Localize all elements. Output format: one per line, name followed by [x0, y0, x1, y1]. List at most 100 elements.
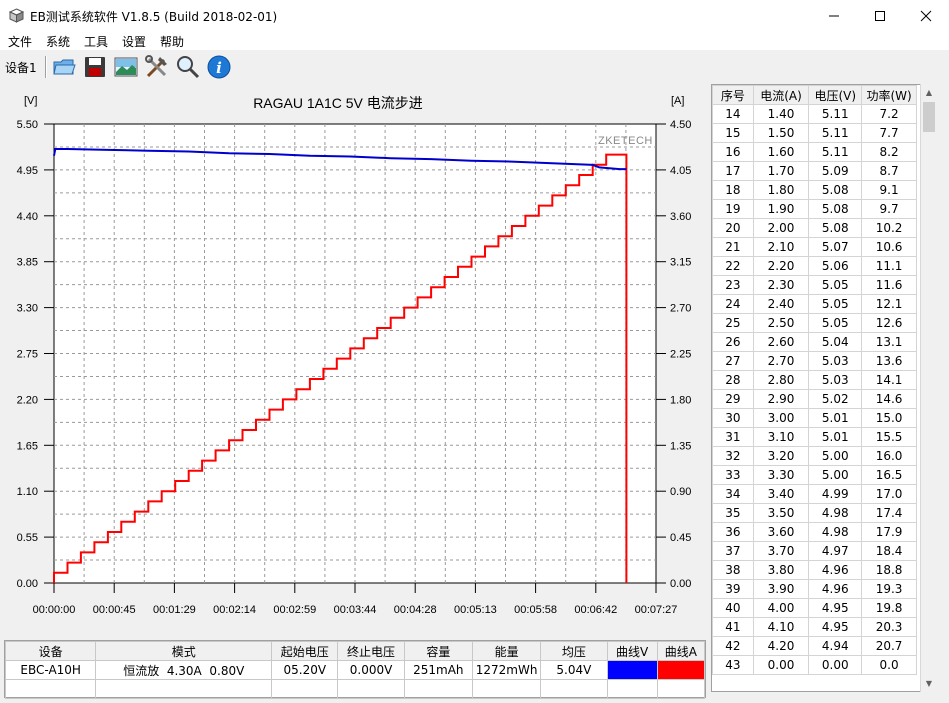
close-button[interactable]	[903, 0, 949, 31]
step-cell-power: 12.1	[861, 294, 917, 314]
step-row[interactable]: 18 1.80 5.08 9.1	[712, 180, 917, 200]
menu-system[interactable]: 系统	[46, 33, 70, 50]
step-cell-power: 7.2	[861, 104, 917, 124]
curve-v-color-swatch[interactable]	[606, 660, 658, 680]
svg-text:i: i	[216, 59, 222, 77]
chart-image-icon[interactable]	[113, 54, 139, 80]
step-cell-voltage: 5.01	[808, 408, 863, 428]
step-row[interactable]: 39 3.90 4.96 19.3	[712, 579, 917, 599]
step-row[interactable]: 27 2.70 5.03 13.6	[712, 351, 917, 371]
step-row[interactable]: 41 4.10 4.95 20.3	[712, 617, 917, 637]
window-title: EB测试系统软件 V1.8.5 (Build 2018-02-01)	[30, 10, 278, 24]
empty-cell	[271, 679, 339, 699]
header-end-voltage[interactable]: 终止电压	[337, 641, 405, 661]
step-row[interactable]: 17 1.70 5.09 8.7	[712, 161, 917, 181]
step-cell-index: 31	[712, 427, 754, 447]
step-row[interactable]: 34 3.40 4.99 17.0	[712, 484, 917, 504]
step-row[interactable]: 16 1.60 5.11 8.2	[712, 142, 917, 162]
minimize-button[interactable]	[811, 0, 857, 31]
step-cell-voltage: 0.00	[808, 655, 863, 675]
save-icon[interactable]	[82, 54, 108, 80]
step-row[interactable]: 40 4.00 4.95 19.8	[712, 598, 917, 618]
step-cell-current: 3.20	[752, 446, 810, 466]
step-cell-current: 4.00	[752, 598, 810, 618]
scroll-thumb[interactable]	[923, 102, 935, 132]
step-row[interactable]: 14 1.40 5.11 7.2	[712, 104, 917, 124]
step-row[interactable]: 29 2.90 5.02 14.6	[712, 389, 917, 409]
header-index[interactable]: 序号	[712, 85, 754, 105]
step-row[interactable]: 30 3.00 5.01 15.0	[712, 408, 917, 428]
right-tick-label: 1.35	[670, 440, 691, 452]
device-tab[interactable]: 设备1	[5, 59, 37, 76]
scroll-up-arrow-icon[interactable]: ▲	[921, 84, 937, 101]
step-cell-voltage: 4.94	[808, 636, 863, 656]
step-row[interactable]: 33 3.30 5.00 16.5	[712, 465, 917, 485]
header-curve-a[interactable]: 曲线A	[656, 641, 706, 661]
info-icon[interactable]: i	[206, 54, 232, 80]
step-row[interactable]: 15 1.50 5.11 7.7	[712, 123, 917, 143]
step-cell-index: 33	[712, 465, 754, 485]
chart-panel: RAGAU 1A1C 5V 电流步进 [V] [A] 5.50 4.95 4.40 3…	[0, 84, 708, 636]
step-cell-current: 1.90	[752, 199, 810, 219]
menu-file[interactable]: 文件	[8, 33, 32, 50]
step-cell-current: 3.60	[752, 522, 810, 542]
step-cell-current: 3.00	[752, 408, 810, 428]
step-cell-index: 26	[712, 332, 754, 352]
step-row[interactable]: 42 4.20 4.94 20.7	[712, 636, 917, 656]
x-tick-label: 00:05:13	[454, 604, 497, 616]
step-row[interactable]: 38 3.80 4.96 18.8	[712, 560, 917, 580]
step-row[interactable]: 19 1.90 5.08 9.7	[712, 199, 917, 219]
step-cell-index: 43	[712, 655, 754, 675]
step-row[interactable]: 37 3.70 4.97 18.4	[712, 541, 917, 561]
step-row[interactable]: 28 2.80 5.03 14.1	[712, 370, 917, 390]
step-row[interactable]: 35 3.50 4.98 17.4	[712, 503, 917, 523]
header-power[interactable]: 功率(W)	[861, 85, 917, 105]
step-row[interactable]: 22 2.20 5.06 11.1	[712, 256, 917, 276]
header-avg-voltage[interactable]: 均压	[540, 641, 608, 661]
header-device[interactable]: 设备	[4, 641, 97, 661]
header-energy[interactable]: 能量	[471, 641, 542, 661]
step-cell-voltage: 5.00	[808, 465, 863, 485]
step-row[interactable]: 23 2.30 5.05 11.6	[712, 275, 917, 295]
step-row[interactable]: 25 2.50 5.05 12.6	[712, 313, 917, 333]
step-table: 序号 电流(A) 电压(V) 功率(W) 14 1.40 5.11 7.2 15 1.50…	[711, 84, 936, 692]
step-row[interactable]: 31 3.10 5.01 15.5	[712, 427, 917, 447]
step-row[interactable]: 43 0.00 0.00 0.0	[712, 655, 917, 675]
step-row[interactable]: 36 3.60 4.98 17.9	[712, 522, 917, 542]
left-tick-label: 5.50	[17, 119, 38, 131]
curve-a-color-swatch[interactable]	[656, 660, 706, 680]
step-row[interactable]: 32 3.20 5.00 16.0	[712, 446, 917, 466]
step-cell-voltage: 5.09	[808, 161, 863, 181]
step-cell-voltage: 5.11	[808, 142, 863, 162]
header-voltage[interactable]: 电压(V)	[808, 85, 863, 105]
step-cell-index: 30	[712, 408, 754, 428]
header-mode[interactable]: 模式	[95, 641, 273, 661]
step-row[interactable]: 24 2.40 5.05 12.1	[712, 294, 917, 314]
maximize-button[interactable]	[857, 0, 903, 31]
summary-row[interactable]: EBC-A10H 恒流放 4.30A 0.80V 05.20V 0.000V 2…	[4, 660, 706, 680]
step-cell-index: 39	[712, 579, 754, 599]
scroll-down-arrow-icon[interactable]: ▼	[921, 675, 937, 692]
header-current[interactable]: 电流(A)	[752, 85, 810, 105]
step-row[interactable]: 20 2.00 5.08 10.2	[712, 218, 917, 238]
header-capacity[interactable]: 容量	[403, 641, 473, 661]
menu-tools[interactable]: 工具	[84, 33, 108, 50]
step-cell-current: 2.70	[752, 351, 810, 371]
zoom-icon[interactable]	[175, 54, 201, 80]
step-cell-voltage: 4.95	[808, 598, 863, 618]
step-row[interactable]: 21 2.10 5.07 10.6	[712, 237, 917, 257]
menu-help[interactable]: 帮助	[160, 33, 184, 50]
right-tick-label: 3.15	[670, 257, 691, 269]
step-row[interactable]: 26 2.60 5.04 13.1	[712, 332, 917, 352]
step-cell-power: 17.0	[861, 484, 917, 504]
step-cell-index: 28	[712, 370, 754, 390]
header-start-voltage[interactable]: 起始电压	[271, 641, 339, 661]
folder-open-icon[interactable]	[51, 54, 77, 80]
step-cell-current: 3.70	[752, 541, 810, 561]
vertical-scrollbar[interactable]: ▲ ▼	[920, 84, 937, 692]
empty-cell	[4, 679, 97, 699]
header-curve-v[interactable]: 曲线V	[606, 641, 658, 661]
menu-settings[interactable]: 设置	[122, 33, 146, 50]
menu-bar: 文件 系统 工具 设置 帮助	[0, 31, 949, 50]
tools-icon[interactable]	[144, 54, 170, 80]
